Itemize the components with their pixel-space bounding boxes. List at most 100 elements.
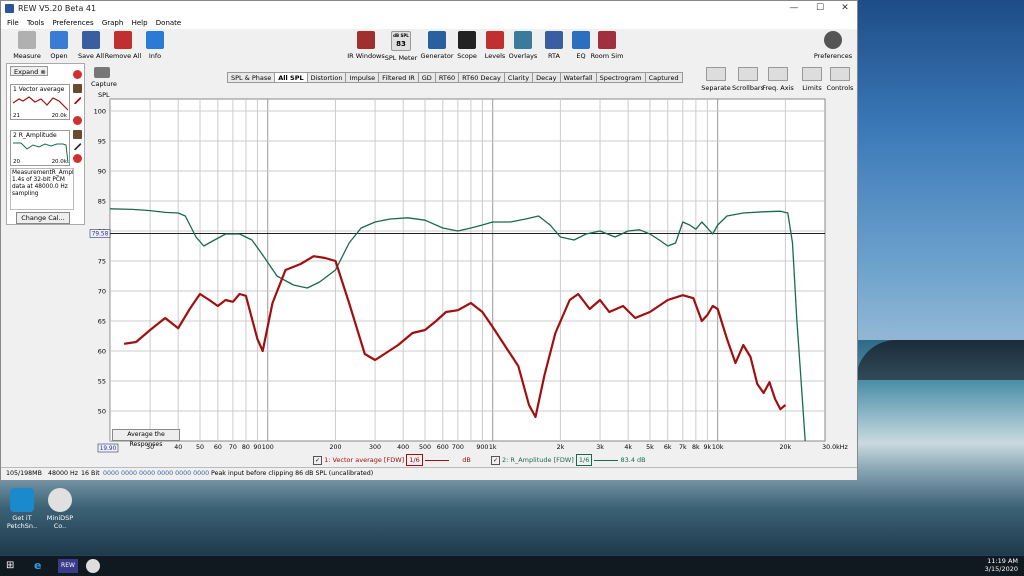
minidsp-taskbar-icon[interactable] [86,559,100,573]
y-tick-label: 95 [98,138,106,146]
rew-taskbar-button[interactable]: REW [58,559,78,573]
desktop-icon-2[interactable]: MiniDSP Co.. [40,488,80,530]
series-1-point [649,311,650,312]
series-1-point [272,302,273,303]
series-2-point [319,281,320,282]
series-2-point [599,230,600,231]
series-1-smoothing[interactable]: 1/6 [406,454,423,466]
x-tick-label: 400 [397,444,409,451]
series-2-point [482,224,483,225]
y-tick-label: 90 [98,168,106,176]
clock-date: 3/15/2020 [984,565,1018,573]
x-tick-label: 50 [196,444,204,451]
y-tick-label: 70 [98,288,106,296]
series-2-point [615,236,616,237]
series-1-point [693,298,694,299]
series-1-point [384,353,385,354]
series-2-point [701,221,702,222]
x-tick-label: 100 [262,444,274,451]
rew-window: REW V5.20 Beta 41 — ☐ ✕ File Tools Prefe… [0,0,858,480]
status-sample-rate: 48000 Hz [48,470,79,477]
series-1-point [785,404,786,405]
series-1-point [285,269,286,270]
x-tick-label: 70 [229,444,237,451]
series-1-point [199,293,200,294]
series-1-point [780,409,781,410]
series-2-point [214,239,215,240]
x-tick-label: 60 [214,444,222,451]
series-2-point [442,227,443,228]
series-2-point [390,218,391,219]
series-1-point [535,416,536,417]
desktop-icon-1-label: Get iT PetchSn.. [6,514,38,530]
series-1-point [682,295,683,296]
y-tick-label: 100 [94,108,106,116]
x-tick-label: 300 [369,444,381,451]
series-2-point [349,242,350,243]
series-1-point [743,344,744,345]
series-1-label: 1: Vector average [FDW] [324,456,405,464]
series-2-point [649,233,650,234]
average-responses-button[interactable]: Average the Responses [112,429,180,448]
series-2-point [307,287,308,288]
series-2-point [335,269,336,270]
series-1-checkbox[interactable]: ✓ [313,455,322,465]
series-2-point [510,221,511,222]
x-min-label: 19.90 [100,446,117,452]
x-tick-label: 7k [679,444,687,451]
series-1-point [482,311,483,312]
series-2-point [361,227,362,228]
series-2-smoothing[interactable]: 1/6 [575,454,593,466]
start-button[interactable]: ⊞ [6,559,18,573]
x-tick-label: 1k [489,444,497,451]
series-1-point [165,317,166,318]
spl-graph[interactable]: 10095908580757065605550SPL30405060708090… [1,1,859,467]
series-2-value: 83.4 dB [620,456,646,464]
series-2-point [375,221,376,222]
series-1-point [457,310,458,311]
series-2-point [763,211,764,212]
series-2-point [787,212,788,213]
status-memory: 105/198MB [6,470,42,477]
x-tick-label: 10k [712,444,724,451]
series-1-point [325,257,326,258]
series-1-point [589,308,590,309]
series-1-point [412,332,413,333]
series-2-point [407,217,408,218]
status-bit-depth: 16 Bit [81,470,100,477]
series-1-point [609,311,610,312]
desktop-app-1-icon [10,488,34,512]
series-2-point [492,221,493,222]
series-2-point [792,242,793,243]
series-1-point [217,305,218,306]
x-tick-label: 600 [437,444,449,451]
series-2-point [165,212,166,213]
series-1-point [349,302,350,303]
series-2-point [178,212,179,213]
minidsp-icon [48,488,72,512]
series-1-point [245,295,246,296]
y-tick-label: 65 [98,318,106,326]
series-1-point [599,299,600,300]
x-tick-label: 4k [624,444,632,451]
y-axis-label: SPL [98,91,110,99]
y-tick-label: 55 [98,378,106,386]
series-1-point [555,332,556,333]
series-2-swatch [594,459,619,461]
edge-icon[interactable]: e [34,559,48,573]
series-2-point [689,224,690,225]
system-tray[interactable]: 11:19 AM 3/15/2020 [985,557,1018,573]
series-2-point [470,227,471,228]
desktop-icon-1[interactable]: Get iT PetchSn.. [2,488,42,530]
series-2-point [560,236,561,237]
series-2-point [726,215,727,216]
series-1-point [492,326,493,327]
series-1-point [136,341,137,342]
series-2-point [659,239,660,240]
series-2-point [586,233,587,234]
series-1-point [578,293,579,294]
series-2-checkbox[interactable]: ✓ [490,455,500,465]
x-tick-label: 80 [242,444,250,451]
series-2-point [293,284,294,285]
series-2-point [717,224,718,225]
